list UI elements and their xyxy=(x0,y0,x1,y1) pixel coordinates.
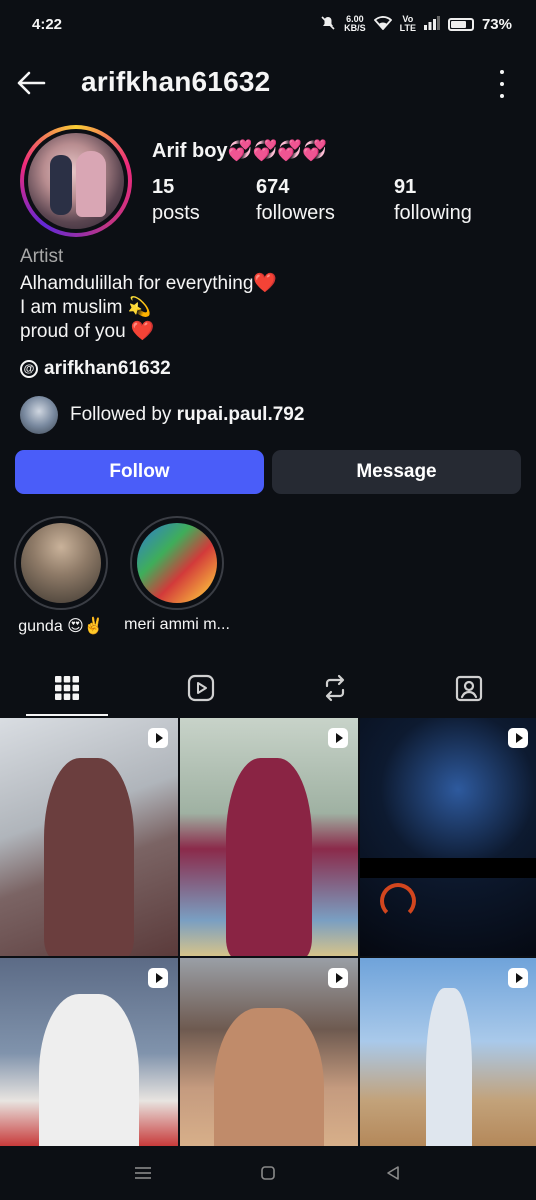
profile-bio: Alhamdulillah for everything❤️ I am musl… xyxy=(20,272,277,344)
tab-tagged[interactable] xyxy=(402,660,536,716)
tab-reels[interactable] xyxy=(134,660,268,716)
reels-icon xyxy=(187,674,215,702)
more-options-icon[interactable] xyxy=(496,70,508,98)
bio-line: proud of you ❤️ xyxy=(20,321,155,342)
posts-grid xyxy=(0,718,536,1196)
back-triangle-icon[interactable] xyxy=(378,1158,408,1188)
profile-avatar[interactable] xyxy=(20,125,132,237)
header-username: arifkhan61632 xyxy=(81,66,271,97)
reel-indicator-icon xyxy=(148,728,168,748)
battery-icon xyxy=(447,17,474,31)
recent-apps-icon[interactable] xyxy=(128,1158,158,1188)
highlight-thumbnail xyxy=(21,523,101,603)
wifi-icon xyxy=(373,15,392,33)
tab-reposts[interactable] xyxy=(268,660,402,716)
profile-header: arifkhan61632 xyxy=(0,56,536,112)
threads-handle: arifkhan61632 xyxy=(44,358,171,379)
posts-count[interactable]: 15 posts xyxy=(152,174,200,226)
grid-post[interactable] xyxy=(360,718,536,956)
bio-line: Alhamdulillah for everything❤️ xyxy=(20,273,278,294)
volte-indicator: Vo LTE xyxy=(399,14,416,33)
tab-posts-grid[interactable] xyxy=(0,660,134,716)
avatar-image xyxy=(28,133,124,229)
back-arrow-icon[interactable] xyxy=(14,66,48,100)
highlight-caption: gunda 😍✌️ xyxy=(18,618,104,635)
reel-indicator-icon xyxy=(328,728,348,748)
grid-post[interactable] xyxy=(180,718,358,956)
tagged-person-icon xyxy=(455,675,483,702)
threads-link[interactable]: @ arifkhan61632 xyxy=(20,358,171,380)
bio-line: I am muslim 💫 xyxy=(20,297,152,318)
status-bar: 4:22 6.00 KB/S Vo LTE 73% xyxy=(0,0,536,48)
repost-icon xyxy=(325,674,345,702)
followed-by[interactable]: Followed by rupai.paul.792 xyxy=(20,396,304,434)
display-name: Arif boy💞💞💞💞 xyxy=(152,140,328,162)
reel-indicator-icon xyxy=(328,968,348,988)
grid-icon xyxy=(55,676,79,700)
home-icon[interactable] xyxy=(253,1158,283,1188)
following-count[interactable]: 91 following xyxy=(394,174,472,226)
story-highlight[interactable]: gunda 😍✌️ xyxy=(13,516,109,636)
signal-icon xyxy=(423,15,440,33)
highlight-thumbnail xyxy=(137,523,217,603)
battery-percent: 73% xyxy=(481,15,512,33)
threads-icon: @ xyxy=(20,360,38,378)
followed-by-prefix: Followed by xyxy=(70,404,172,425)
system-nav-bar xyxy=(0,1146,536,1200)
profile-category: Artist xyxy=(20,246,64,267)
status-time: 4:22 xyxy=(32,15,63,33)
story-highlight[interactable]: meri ammi m... xyxy=(122,516,232,634)
followers-count[interactable]: 674 followers xyxy=(256,174,335,226)
network-speed: 6.00 KB/S xyxy=(344,14,366,33)
reel-indicator-icon xyxy=(148,968,168,988)
follow-button[interactable]: Follow xyxy=(15,450,264,494)
message-button[interactable]: Message xyxy=(272,450,521,494)
mute-icon xyxy=(320,15,336,34)
follower-avatar xyxy=(20,396,58,434)
highlight-caption: meri ammi m... xyxy=(124,616,230,633)
reel-indicator-icon xyxy=(508,728,528,748)
reel-indicator-icon xyxy=(508,968,528,988)
grid-post[interactable] xyxy=(0,718,178,956)
followed-by-user: rupai.paul.792 xyxy=(176,404,305,425)
profile-tabs xyxy=(0,660,536,716)
